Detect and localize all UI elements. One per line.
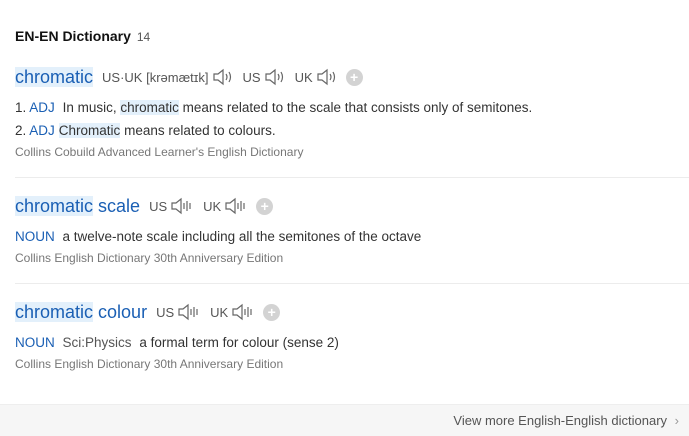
speaker-icon[interactable] — [177, 303, 201, 321]
entry-chromatic-colour: chromatic colour US UK + NOUN Sci:Physic… — [15, 299, 689, 371]
chevron-right-icon: › — [674, 413, 679, 428]
headword[interactable]: chromatic scale — [15, 195, 140, 217]
speaker-icon[interactable] — [224, 197, 248, 215]
definition-item: 1. ADJ In music, chromatic means related… — [15, 100, 533, 115]
result-count: 14 — [136, 30, 151, 44]
divider — [15, 283, 689, 284]
source-label: Collins Cobuild Advanced Learner's Engli… — [15, 145, 304, 159]
definition-item: NOUN a twelve-note scale including all t… — [15, 229, 422, 244]
phonetic-us[interactable]: US — [243, 68, 286, 86]
headword[interactable]: chromatic — [15, 66, 94, 88]
part-of-speech: NOUN — [15, 229, 55, 244]
source-label: Collins English Dictionary 30th Annivers… — [15, 251, 284, 265]
definition-item: 2. ADJ Chromatic means related to colours… — [15, 123, 276, 138]
entry-chromatic-scale: chromatic scale US UK + NOUN a twelve-no… — [15, 193, 689, 265]
headword[interactable]: chromatic colour — [15, 301, 147, 323]
highlighted-term: chromatic — [120, 100, 179, 115]
phonetic-uk[interactable]: UK — [203, 197, 248, 215]
plus-icon[interactable]: + — [263, 303, 281, 321]
phonetic-us[interactable]: US — [156, 303, 201, 321]
view-more-link[interactable]: View more English-English dictionary › — [453, 413, 679, 428]
source-label: Collins English Dictionary 30th Annivers… — [15, 357, 284, 371]
definition-item: NOUN Sci:Physics a formal term for colou… — [15, 335, 339, 350]
part-of-speech: ADJ — [29, 123, 55, 138]
highlighted-term: Chromatic — [58, 123, 121, 138]
dictionary-title: EN-EN Dictionary — [15, 28, 131, 44]
subject-field: Sci:Physics — [62, 335, 132, 350]
plus-icon[interactable]: + — [256, 197, 274, 215]
speaker-icon[interactable] — [316, 68, 338, 86]
phonetic-usuk[interactable]: US·UK [krəmætɪk] — [102, 68, 233, 86]
plus-icon[interactable]: + — [345, 68, 363, 86]
speaker-icon[interactable] — [231, 303, 255, 321]
divider — [15, 177, 689, 178]
speaker-icon[interactable] — [212, 68, 234, 86]
part-of-speech: ADJ — [29, 100, 55, 115]
dictionary-header: EN-EN Dictionary 14 — [15, 28, 150, 44]
entry-chromatic: chromatic US·UK [krəmætɪk] US UK + 1. AD… — [15, 64, 689, 159]
phonetic-uk[interactable]: UK — [295, 68, 338, 86]
part-of-speech: NOUN — [15, 335, 55, 350]
phonetic-us[interactable]: US — [149, 197, 194, 215]
phonetic-uk[interactable]: UK — [210, 303, 255, 321]
footer-bar: View more English-English dictionary › — [0, 404, 689, 436]
speaker-icon[interactable] — [264, 68, 286, 86]
speaker-icon[interactable] — [170, 197, 194, 215]
